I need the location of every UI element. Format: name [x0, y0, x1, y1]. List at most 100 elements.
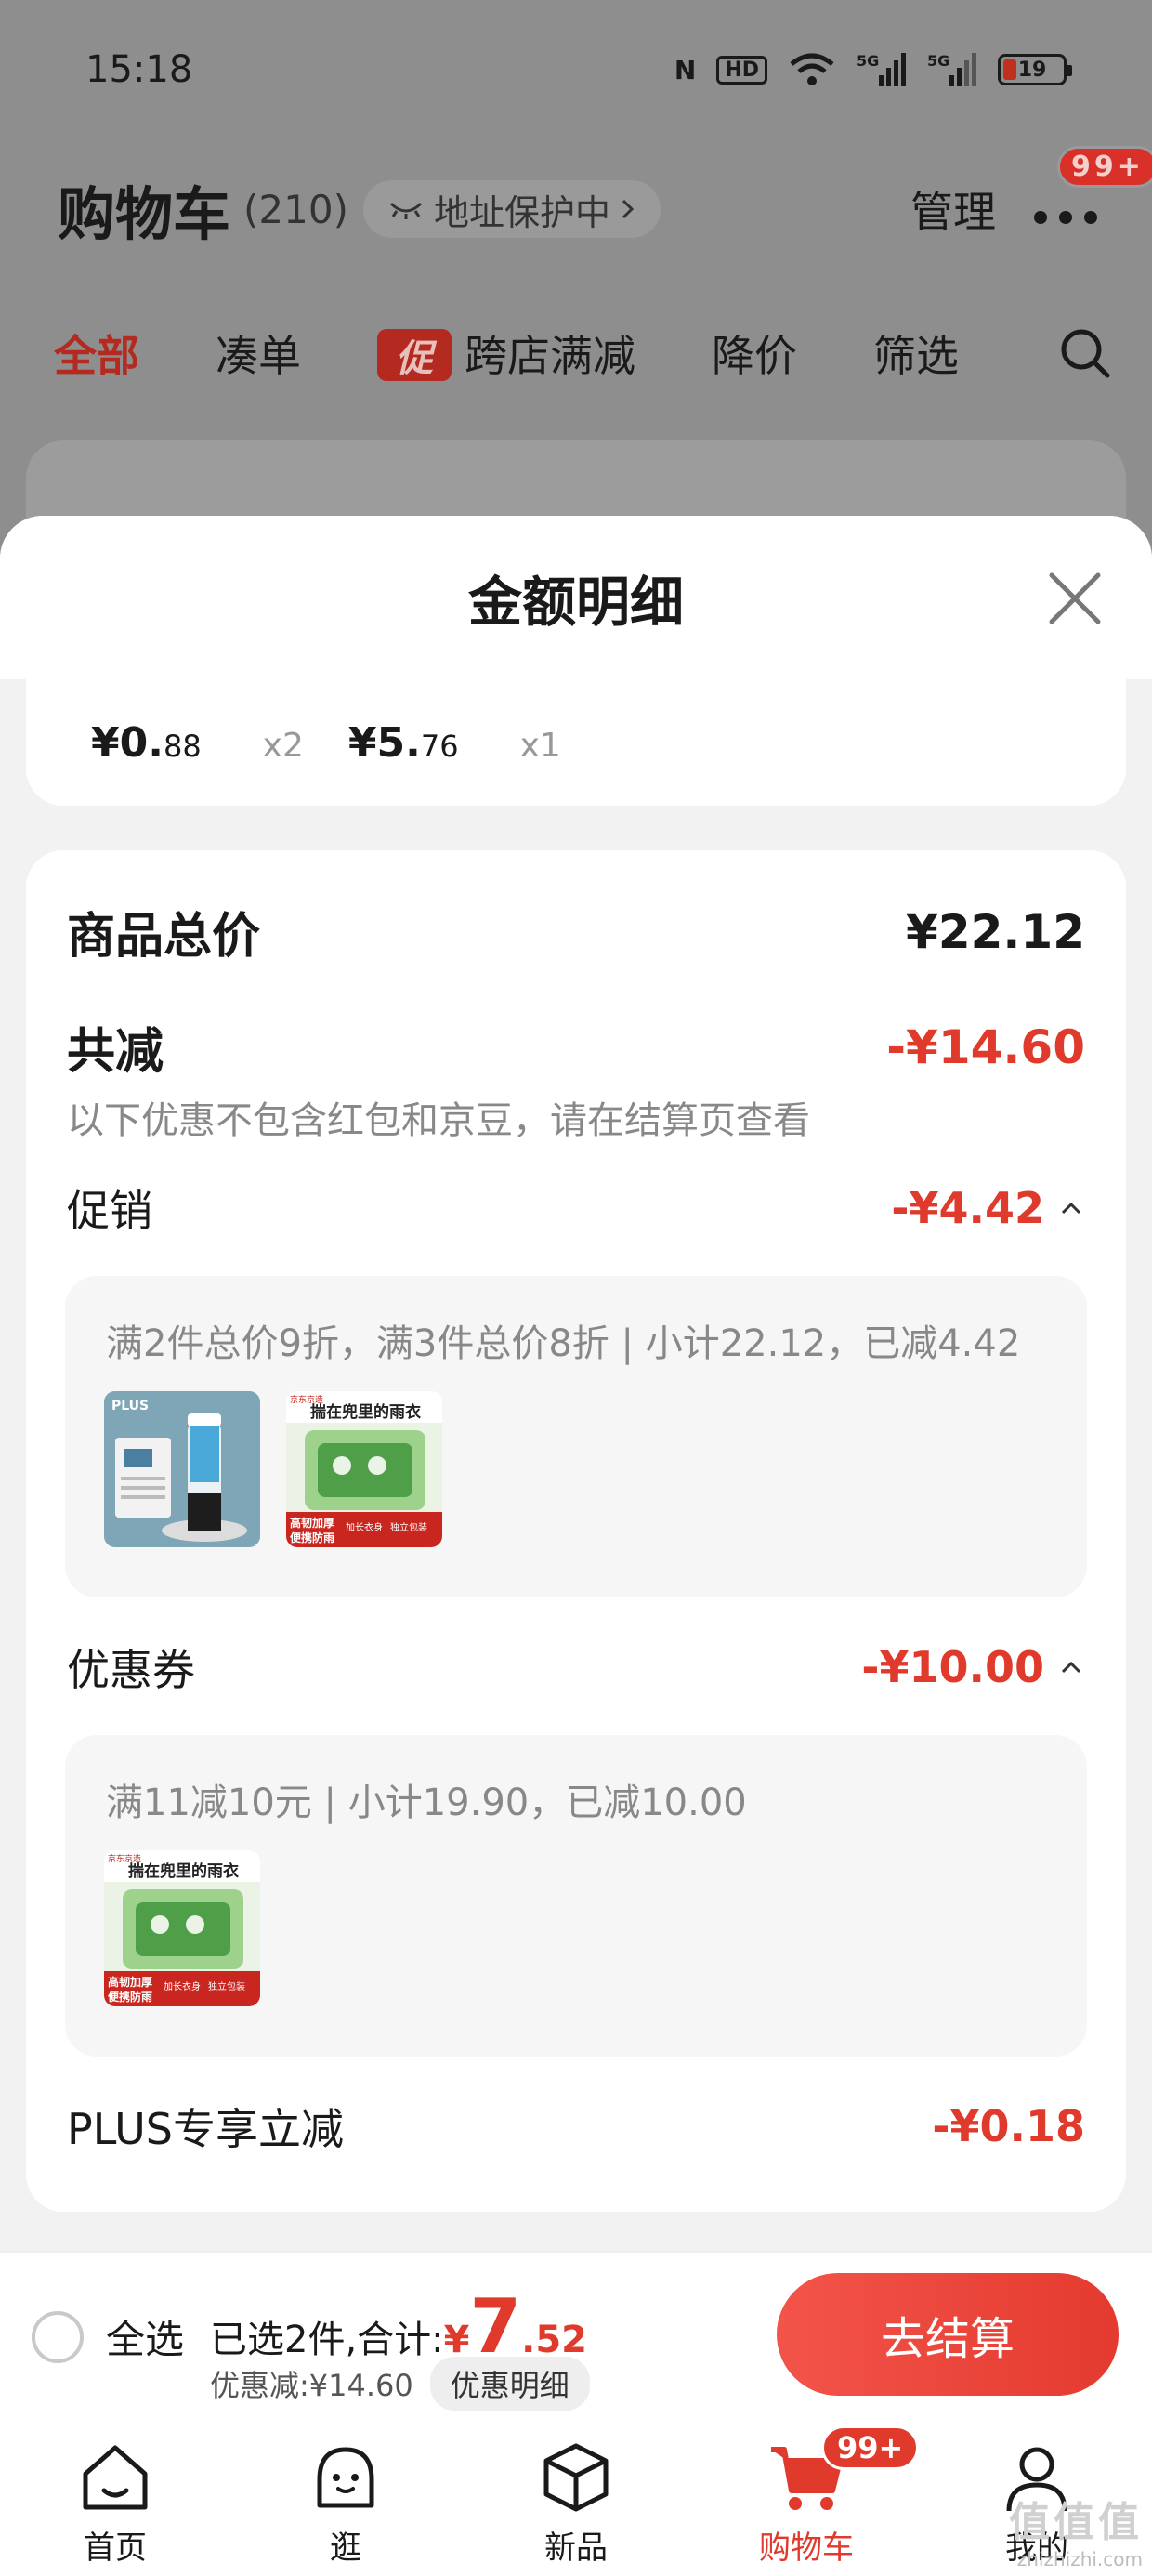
- coupon-detail-text: 满11减10元 | 小计19.90，已减10.00: [106, 1781, 747, 1824]
- nfc-icon: N: [674, 54, 697, 85]
- nav-cart[interactable]: 99+ 购物车: [691, 2414, 922, 2576]
- address-protection-pill[interactable]: 地址保护中: [362, 180, 661, 238]
- cart-tabs: 全部 凑单 促跨店满减 降价 筛选: [54, 316, 1113, 390]
- item-qty-2: x1: [519, 726, 561, 765]
- bottom-nav: 首页 逛 新品 99+ 购物车 我的 值值值 zhizhizhi.com: [0, 2414, 1152, 2576]
- tab-cross-store-label: 跨店满减: [465, 331, 635, 381]
- item-price-1-dec: 88: [163, 728, 202, 764]
- sheet-header: 金额明细: [0, 516, 1152, 679]
- nav-cart-label: 购物车: [759, 2530, 854, 2567]
- raincoat-image: 京东京造 揣在兜里的雨衣 高韧加厚 便携防雨 加长衣身 独立包装: [286, 1391, 442, 1547]
- sum-currency: ¥: [443, 2319, 470, 2361]
- signal-icon-2: 5G: [927, 52, 976, 86]
- raincoat-tag3-text: 加长衣身: [164, 1980, 201, 1992]
- watermark-main: 值值值: [1009, 2499, 1143, 2546]
- browse-face-icon: [317, 2447, 374, 2508]
- promo-detail-text: 满2件总价9折，满3件总价8折 | 小计22.12，已减4.42: [106, 1322, 1021, 1365]
- select-all-label: 全选: [106, 2317, 185, 2362]
- home-icon: [83, 2445, 148, 2510]
- cart-header: 购物车 (210) 地址保护中 管理 99+: [58, 145, 1152, 251]
- nav-new-label: 新品: [544, 2530, 608, 2567]
- reduce-value: -¥14.60: [886, 1019, 1085, 1074]
- raincoat-title-text: 揣在兜里的雨衣: [128, 1861, 239, 1881]
- plus-label: PLUS专享立减: [67, 2104, 344, 2154]
- tab-price-drop[interactable]: 降价: [712, 322, 797, 384]
- item-price-1: ¥0.88 x2: [91, 719, 348, 767]
- plus-value: -¥0.18: [932, 2101, 1085, 2151]
- promo-value: -¥4.42: [891, 1183, 1044, 1233]
- total-row: 商品总价 ¥22.12: [67, 897, 1085, 966]
- battery-level: 19: [1017, 58, 1047, 82]
- more-dots-icon: [1034, 210, 1097, 224]
- svg-text:5G: 5G: [927, 52, 949, 70]
- chevron-up-icon: [1061, 1202, 1081, 1215]
- chevron-right-icon: [622, 199, 635, 219]
- watermark: 值值值 zhizhizhi.com: [1009, 2489, 1143, 2570]
- nav-new[interactable]: 新品: [461, 2414, 691, 2576]
- item-price-strip: ¥0.88 x2 ¥5.76 x1: [26, 679, 1126, 806]
- total-value: ¥22.12: [906, 904, 1085, 959]
- selected-count-text: 已选2件,合计:: [210, 2319, 444, 2361]
- checkout-button[interactable]: 去结算: [777, 2273, 1119, 2396]
- watermark-sub: zhizhizhi.com: [1016, 2548, 1143, 2570]
- sum-integer: 7: [469, 2283, 522, 2370]
- manage-button[interactable]: 管理: [910, 178, 996, 240]
- item-price-2-dec: 76: [420, 728, 459, 764]
- wifi-icon: [790, 53, 834, 85]
- item-price-2-int: ¥5.: [347, 718, 421, 767]
- item-price-1-value: ¥0.88: [91, 719, 202, 767]
- reduce-row: 共减 -¥14.60: [67, 1012, 1085, 1082]
- address-protection-label: 地址保护中: [433, 191, 610, 233]
- status-time: 15:18: [85, 48, 193, 91]
- raincoat-tag2-text: 便携防雨: [290, 1531, 334, 1544]
- cart-title: 购物车: [58, 180, 231, 248]
- raincoat-tag4-text: 独立包装: [390, 1521, 427, 1533]
- reduce-note: 以下优惠不包含红包和京豆，请在结算页查看: [67, 1099, 810, 1142]
- search-icon[interactable]: [1057, 325, 1113, 381]
- discount-text: 优惠减:¥14.60: [210, 2368, 413, 2403]
- tab-filter[interactable]: 筛选: [873, 322, 959, 384]
- box-icon: [543, 2443, 609, 2512]
- hd-icon: HD: [716, 55, 767, 85]
- item-price-2: ¥5.76 x1: [348, 719, 606, 767]
- coupon-row[interactable]: 优惠券 -¥10.00: [67, 1636, 1085, 1698]
- item-price-2-value: ¥5.76: [348, 719, 459, 767]
- cart-badge: 99+: [821, 2425, 920, 2470]
- more-button[interactable]: 99+: [1033, 145, 1152, 240]
- sum-decimal: .52: [521, 2319, 588, 2361]
- sheet-title: 金额明细: [467, 571, 684, 634]
- nav-home[interactable]: 首页: [0, 2414, 230, 2576]
- status-bar: 15:18 N HD 5G 5G 19: [0, 0, 1152, 139]
- select-all-checkbox[interactable]: [32, 2310, 84, 2363]
- product-thumb-glue-stick[interactable]: PLUS: [104, 1391, 260, 1547]
- raincoat-tag1-text: 高韧加厚: [290, 1516, 334, 1530]
- svg-text:5G: 5G: [857, 52, 879, 70]
- select-all[interactable]: 全选: [32, 2308, 184, 2365]
- total-summary: 已选2件,合计: ¥ 7 .52: [210, 2290, 587, 2364]
- promo-tag-icon: 促: [377, 329, 452, 381]
- raincoat-title-text: 揣在兜里的雨衣: [310, 1402, 421, 1422]
- amount-detail-card: 商品总价 ¥22.12 共减 -¥14.60 以下优惠不包含红包和京豆，请在结算…: [26, 850, 1126, 2212]
- promo-thumbnails: PLUS 京东京造 揣在兜里的雨衣 高韧加厚 便携防雨 加长衣身 独立包装: [104, 1391, 442, 1547]
- promo-row[interactable]: 促销 -¥4.42: [67, 1177, 1085, 1239]
- eye-closed-icon: [389, 202, 423, 219]
- tab-bundle[interactable]: 凑单: [216, 322, 301, 384]
- signal-icon: 5G: [857, 52, 906, 86]
- raincoat-tag4-text: 独立包装: [208, 1980, 245, 1992]
- tab-all[interactable]: 全部: [54, 322, 139, 384]
- raincoat-image: 京东京造 揣在兜里的雨衣 高韧加厚 便携防雨 加长衣身 独立包装: [104, 1850, 260, 2006]
- tab-cross-store[interactable]: 促跨店满减: [377, 322, 635, 384]
- coupon-thumbnails: 京东京造 揣在兜里的雨衣 高韧加厚 便携防雨 加长衣身 独立包装: [104, 1850, 260, 2006]
- product-thumb-raincoat[interactable]: 京东京造 揣在兜里的雨衣 高韧加厚 便携防雨 加长衣身 独立包装: [104, 1850, 260, 2006]
- close-icon[interactable]: [1046, 570, 1104, 627]
- coupon-detail-box: 满11减10元 | 小计19.90，已减10.00 京东京造 揣在兜里的雨衣 高…: [65, 1735, 1087, 2057]
- product-thumb-raincoat[interactable]: 京东京造 揣在兜里的雨衣 高韧加厚 便携防雨 加长衣身 独立包装: [286, 1391, 442, 1547]
- discount-detail-button[interactable]: 优惠明细: [429, 2357, 590, 2411]
- total-label: 商品总价: [67, 909, 261, 965]
- plus-row: PLUS专享立减 -¥0.18: [67, 2096, 1085, 2157]
- nav-browse[interactable]: 逛: [230, 2414, 461, 2576]
- page: 15:18 N HD 5G 5G 19 购物车 (210) 地址保护中 管理 9…: [0, 0, 1152, 2576]
- item-price-1-int: ¥0.: [91, 718, 164, 767]
- plus-brand-text: PLUS: [111, 1399, 149, 1413]
- raincoat-tag1-text: 高韧加厚: [108, 1975, 152, 1989]
